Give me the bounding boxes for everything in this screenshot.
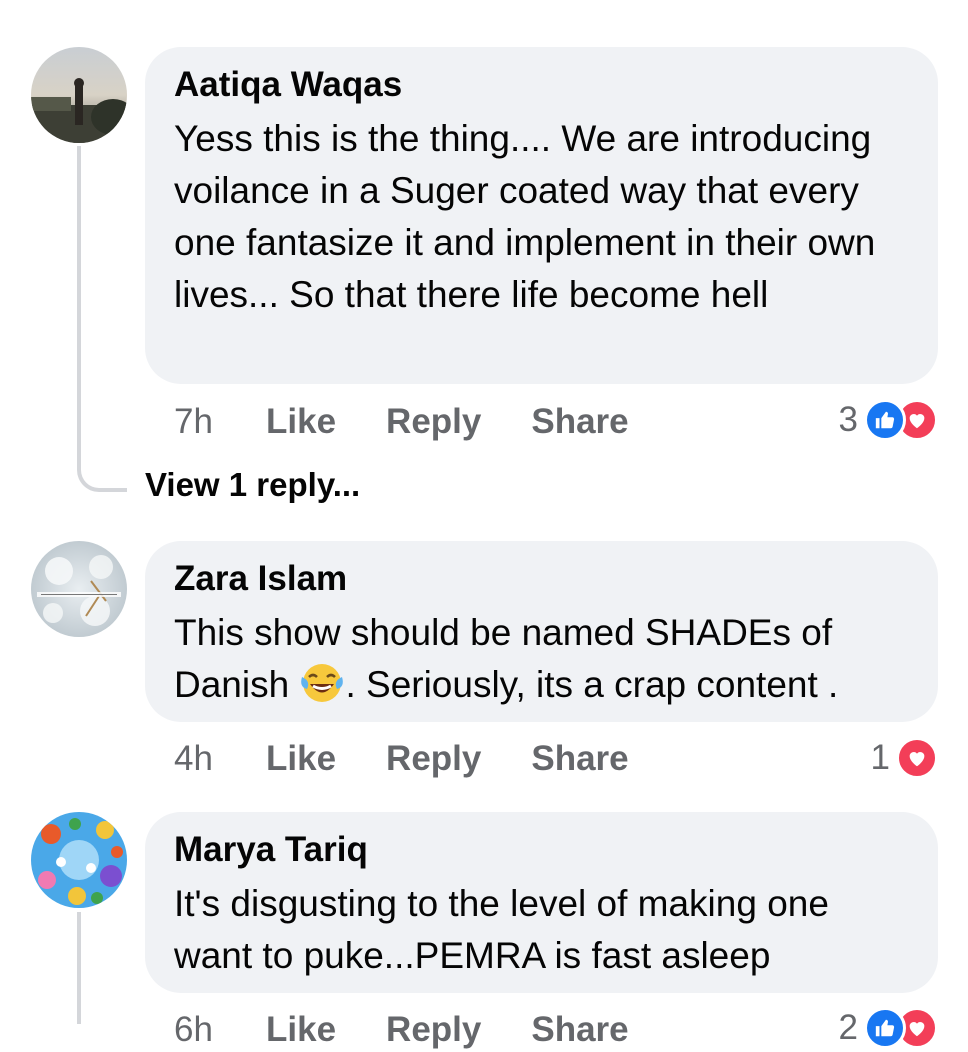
reply-button[interactable]: Reply — [386, 1010, 481, 1050]
view-replies-link[interactable]: View 1 reply... — [145, 466, 360, 504]
like-icon — [864, 399, 906, 441]
reaction-summary[interactable]: 1 — [871, 736, 938, 780]
comment-text: It's disgusting to the level of making o… — [174, 883, 829, 976]
share-button[interactable]: Share — [531, 739, 628, 779]
avatar[interactable] — [31, 812, 127, 908]
love-icon — [896, 737, 938, 779]
reaction-count: 1 — [870, 738, 890, 777]
comment-text: This show should be named SHADEs of Dani… — [174, 607, 910, 719]
comment-bubble: Marya Tariq It's disgusting to the level… — [145, 812, 938, 993]
comment-bubble: Aatiqa Waqas Yess this is the thing.... … — [145, 47, 938, 384]
thread-line-curve — [77, 466, 127, 492]
comment-bubble: Zara Islam This show should be named SHA… — [145, 541, 938, 722]
avatar[interactable] — [31, 47, 127, 143]
comment-author[interactable]: Marya Tariq — [174, 830, 910, 870]
reply-button[interactable]: Reply — [386, 402, 481, 442]
avatar[interactable] — [31, 541, 127, 637]
like-button[interactable]: Like — [266, 1010, 336, 1050]
like-icon — [864, 1007, 906, 1049]
comment-actions: 7h Like Reply Share — [174, 400, 679, 444]
comment-text: Yess this is the thing.... We are introd… — [174, 118, 876, 315]
comment-author[interactable]: Aatiqa Waqas — [174, 65, 910, 105]
share-button[interactable]: Share — [531, 1010, 628, 1050]
comment-actions: 4h Like Reply Share — [174, 737, 679, 781]
reaction-summary[interactable]: 3 — [839, 398, 938, 442]
thread-line — [77, 146, 81, 466]
share-button[interactable]: Share — [531, 402, 628, 442]
reaction-count: 2 — [838, 1008, 858, 1047]
reaction-summary[interactable]: 2 — [839, 1006, 938, 1050]
like-button[interactable]: Like — [266, 402, 336, 442]
comment-text-end: . Seriously, its a crap content . — [345, 664, 839, 705]
comment-timestamp[interactable]: 6h — [174, 1010, 266, 1050]
comment-actions: 6h Like Reply Share — [174, 1008, 679, 1052]
laughing-tears-emoji-icon — [299, 661, 345, 719]
like-button[interactable]: Like — [266, 739, 336, 779]
comment-timestamp[interactable]: 4h — [174, 739, 266, 779]
comment-author[interactable]: Zara Islam — [174, 559, 910, 599]
comment-timestamp[interactable]: 7h — [174, 402, 266, 442]
thread-line — [77, 912, 81, 1024]
reaction-count: 3 — [838, 400, 858, 439]
reply-button[interactable]: Reply — [386, 739, 481, 779]
